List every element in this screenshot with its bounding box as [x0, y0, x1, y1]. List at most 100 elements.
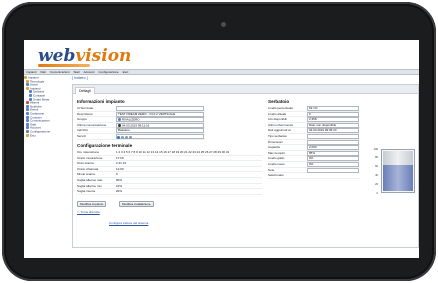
- info-label: Dati aggiornati al: [268, 128, 291, 133]
- menu-item[interactable]: Configurazione: [96, 70, 120, 74]
- gear-icon: [26, 129, 29, 133]
- info-value: 2,000: [307, 145, 359, 151]
- folder-icon: [24, 76, 27, 79]
- info-label: Indirizzo: [77, 128, 89, 133]
- info-value: TEST DREAM ZERO - V3.0.2 VERTICALE: [116, 111, 204, 117]
- gauge-tick-label: 80: [375, 156, 378, 160]
- info-value: 10%: [116, 183, 123, 188]
- info-label: Note: [268, 167, 275, 172]
- info-label: Max riempim.: [268, 150, 287, 155]
- sidebar-tree: Impianti Tecnologie Utenti Impianti Serbatoi…: [24, 76, 70, 258]
- info-label: Livello giallo: [268, 156, 285, 161]
- mail-icon: [26, 104, 29, 108]
- bell-icon: [26, 101, 29, 105]
- fuel-icon: [26, 111, 29, 115]
- logo-swoosh: [38, 64, 90, 67]
- folder-icon: [26, 79, 29, 83]
- sidebar-item[interactable]: Esci: [24, 133, 70, 138]
- clock-icon: [118, 123, 121, 127]
- info-value: Dato non disponibile: [307, 122, 359, 128]
- tablet-device: webvision Impianti Dati Comunicazioni Stati…: [2, 2, 436, 281]
- tank-icon: [29, 90, 32, 94]
- sidebar-item-label: Esci: [30, 133, 36, 137]
- info-value: 90%: [116, 178, 123, 182]
- info-label: Orari scarico: [77, 161, 95, 166]
- menu-item[interactable]: Account: [82, 70, 97, 74]
- meter-icon: [29, 93, 32, 97]
- info-label: Id Terminale: [77, 106, 94, 110]
- info-icon[interactable]: [117, 135, 120, 139]
- section-title-serbatoio: Serbatoio: [268, 99, 290, 104]
- folder-icon: [26, 86, 29, 90]
- settings-icon[interactable]: [129, 135, 132, 139]
- edit-install-button[interactable]: Modifica installazione: [119, 201, 154, 207]
- info-label: Soglia allarme max: [77, 178, 103, 182]
- info-value: Bassano: [116, 128, 204, 134]
- event-icon: [26, 108, 29, 112]
- info-row: Selezionato: [268, 173, 360, 179]
- section-title-impianto: Informazioni impianto: [77, 99, 125, 104]
- info-label: Litri disponibili: [268, 117, 287, 122]
- info-label: Tipo serbatoio: [268, 134, 287, 138]
- menu-item[interactable]: Impianti: [24, 70, 39, 74]
- tab-strip: Dettagli: [73, 85, 418, 94]
- info-label: Selezionato: [268, 173, 284, 178]
- info-label: Gruppo: [77, 117, 88, 122]
- gauge-tick-label: 60: [375, 165, 378, 169]
- edit-impianto-button[interactable]: Modifica impianto: [77, 201, 107, 207]
- info-value: 20%: [116, 189, 123, 194]
- gauge-tick-label: 40: [375, 173, 378, 177]
- info-value: 04.03.2019 09:11:16: [116, 122, 204, 128]
- config-link[interactable]: Configura trattore del sistema: [109, 221, 148, 225]
- app-screen: webvision Impianti Dati Comunicazioni Stati…: [24, 40, 419, 258]
- info-label: Capacità: [268, 145, 280, 150]
- section-title-terminale: Configurazione terminale: [77, 143, 133, 148]
- user-icon: [26, 126, 29, 130]
- service-icons: [117, 135, 133, 139]
- search-icon[interactable]: [125, 135, 128, 139]
- info-value: 6: [116, 172, 118, 177]
- info-label: Minuti scarico: [77, 172, 96, 177]
- info-value: 2,358: [307, 117, 359, 123]
- info-value: 0%: [307, 162, 359, 167]
- detail-panel: Dettagli Informazioni impianto Id Termin…: [72, 84, 419, 248]
- chart-icon: [26, 115, 29, 119]
- info-value: 85%: [307, 150, 359, 156]
- menu-item[interactable]: Comunicazioni: [48, 70, 72, 74]
- info-value: 12:00: [116, 166, 124, 171]
- main-content: [ Indietro ] Dettagli Informazioni impia…: [72, 76, 419, 258]
- stats-icon[interactable]: [121, 135, 124, 139]
- info-label: Servizi: [77, 134, 87, 138]
- group-icon: [118, 118, 121, 122]
- webvision-logo: webvision: [38, 46, 132, 66]
- info-label: Livello percentuale: [268, 106, 294, 110]
- info-value: [307, 134, 359, 139]
- menu-item[interactable]: Stati: [72, 70, 82, 74]
- top-menu-bar: Impianti Dati Comunicazioni Stati Account Con…: [24, 69, 419, 75]
- info-value: 62.1%: [307, 106, 359, 111]
- info-label: Ore misurazione: [77, 150, 100, 154]
- info-value: 04.03.2019 09:05:23: [307, 128, 359, 134]
- info-label: Descrizione: [77, 111, 93, 116]
- signal-icon: [26, 119, 29, 123]
- back-to-list-link[interactable]: <- Torna alla lista: [77, 210, 100, 214]
- user-icon: [26, 83, 29, 87]
- gauge-tick-label: 20: [375, 182, 378, 186]
- tab-dettagli[interactable]: Dettagli: [75, 87, 95, 94]
- info-label: Soglia riserva: [77, 189, 96, 194]
- info-row: Servizi: [77, 134, 205, 140]
- gauge-fill: [383, 164, 413, 191]
- status-icon: [26, 122, 29, 126]
- tank-level-gauge: [381, 149, 415, 193]
- menu-item[interactable]: Dati: [39, 70, 48, 74]
- info-label: Ultima comunicazione: [77, 122, 107, 127]
- info-label: Livello attuale: [268, 111, 287, 116]
- info-label: Orario chiamata: [77, 166, 99, 171]
- back-breadcrumb[interactable]: [ Indietro ]: [72, 76, 88, 80]
- info-label: Soglia allarme min: [77, 183, 102, 188]
- info-value: 2 21 23: [116, 161, 127, 166]
- menu-item[interactable]: Esci: [121, 70, 131, 74]
- info-label: Ultimo rifornimento: [268, 122, 294, 127]
- camera-dot: [221, 22, 226, 27]
- info-value: 0%: [307, 156, 359, 162]
